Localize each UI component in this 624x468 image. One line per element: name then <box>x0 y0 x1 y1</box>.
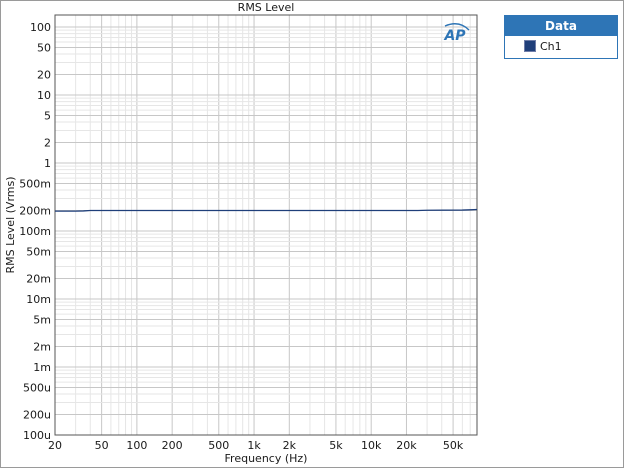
x-tick-label: 100 <box>126 439 147 452</box>
x-tick-label: 1k <box>247 439 261 452</box>
y-axis-label: RMS Level (Vrms) <box>4 176 17 273</box>
y-tick-label: 100m <box>19 225 51 238</box>
y-tick-label: 5m <box>33 313 51 326</box>
x-tick-label: 5k <box>329 439 343 452</box>
y-tick-label: 100 <box>30 21 51 34</box>
legend-label-ch1: Ch1 <box>540 39 562 53</box>
grid <box>54 15 478 436</box>
y-tick-label: 20m <box>26 273 51 286</box>
y-tick-label: 5 <box>44 109 51 122</box>
x-tick-label: 500 <box>208 439 229 452</box>
y-tick-label: 50 <box>37 41 51 54</box>
y-tick-label: 50m <box>26 245 51 258</box>
x-tick-label: 20k <box>396 439 417 452</box>
x-tick-label: 50k <box>443 439 464 452</box>
ap-logo-text: AP <box>443 28 466 44</box>
y-tick-label: 10m <box>26 293 51 306</box>
y-tick-label: 500m <box>19 177 51 190</box>
y-tick-label: 20 <box>37 69 51 82</box>
y-tick-label: 500u <box>23 381 51 394</box>
chart-title: RMS Level <box>238 1 295 14</box>
legend-swatch-ch1 <box>524 40 536 52</box>
x-tick-label: 50 <box>95 439 109 452</box>
y-tick-label: 200u <box>23 409 51 422</box>
y-tick-label: 1 <box>44 157 51 170</box>
legend: Data Ch1 <box>504 15 618 59</box>
y-tick-label: 1m <box>33 361 51 374</box>
y-tick-label: 2m <box>33 341 51 354</box>
y-tick-label: 200m <box>19 205 51 218</box>
y-tick-label: 100u <box>23 429 51 442</box>
x-tick-label: 200 <box>162 439 183 452</box>
x-axis-label: Frequency (Hz) <box>225 452 308 465</box>
y-tick-label: 2 <box>44 137 51 150</box>
x-tick-label: 2k <box>283 439 297 452</box>
chart: 20 50 100 200 500 1k 2k 5k 10k 20k 50k100502010521… <box>4 1 478 465</box>
y-tick-label: 10 <box>37 89 51 102</box>
x-tick-label: 10k <box>361 439 382 452</box>
legend-header: Data <box>505 16 617 36</box>
legend-item-ch1[interactable]: Ch1 <box>505 36 617 56</box>
